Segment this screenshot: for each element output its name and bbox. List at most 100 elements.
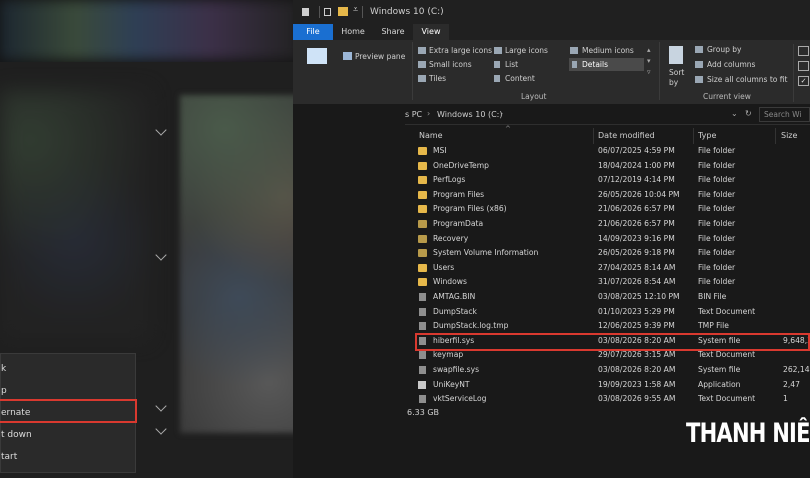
preview-pane-button[interactable]: Preview pane [355,52,405,61]
file-row[interactable]: ProgramData 21/06/2026 6:57 PM File folder [405,217,810,232]
layout-details[interactable]: Details [582,60,608,69]
address-bar: s PC › Windows 10 (C:) › ⌄ ↻ Search Wi [405,106,810,125]
file-type: File folder [698,175,736,185]
file-type: File folder [698,248,736,258]
layout-medium-icons[interactable]: Medium icons [582,46,634,55]
file-row[interactable]: System Volume Information 26/05/2026 9:18… [405,246,810,261]
checkbox-checked[interactable]: ✓ [798,76,809,86]
window-title: Windows 10 (C:) [370,7,444,17]
layout-small-icons[interactable]: Small icons [429,60,472,69]
file-row[interactable]: AMTAG.BIN 03/08/2025 12:10 PM BIN File [405,290,810,305]
sort-by-icon [669,46,683,64]
tab-view[interactable]: View [413,24,449,40]
tab-file[interactable]: File [293,24,333,40]
column-type[interactable]: Type [698,131,716,140]
file-type: File folder [698,262,736,272]
layout-large-icons[interactable]: Large icons [505,46,548,55]
search-placeholder: Search Wi [764,110,802,119]
new-folder-icon[interactable] [338,7,348,16]
file-row[interactable]: OneDriveTemp 18/04/2024 1:00 PM File folde… [405,159,810,174]
column-name[interactable]: Name [419,131,443,140]
file-date: 03/08/2026 8:20 AM [598,365,676,374]
folder-icon [418,161,427,170]
properties-icon[interactable] [324,8,331,16]
layout-list[interactable]: List [505,60,518,69]
column-divider [593,128,594,144]
desktop-background [0,0,300,60]
layout-tiles[interactable]: Tiles [429,74,446,83]
file-name: DumpStack [433,306,477,316]
file-name: Users [433,262,455,272]
column-size[interactable]: Size [781,131,797,140]
breadcrumb-separator-icon: › [500,109,504,118]
file-name: vktServiceLog [433,394,487,404]
file-name: Program Files [433,189,485,199]
view-ribbon: Preview pane Extra large icons Large ico… [293,40,810,104]
file-name: PerfLogs [433,175,466,185]
size-all-columns-button[interactable]: Size all columns to fit [707,75,787,84]
file-type: File folder [698,160,736,170]
file-type: Text Document [698,306,756,316]
layout-scroll-arrows[interactable]: ▴ ▾ ▿ [647,45,651,78]
file-date: 29/07/2026 3:15 AM [598,350,676,360]
file-icon [419,293,426,301]
file-row[interactable]: Program Files (x86) 21/06/2026 6:57 PM Fil… [405,202,810,217]
add-columns-button[interactable]: Add columns [707,60,755,69]
file-date: 21/06/2026 6:57 PM [598,219,675,228]
file-date: 01/10/2023 5:29 PM [598,306,675,316]
history-dropdown-icon[interactable]: ⌄ [731,109,738,118]
file-row[interactable]: Users 27/04/2025 8:14 AM File folder [405,261,810,276]
navigation-pane-icon[interactable] [307,48,327,64]
file-type: Application [698,379,741,389]
power-menu-item-restart[interactable]: tart [1,446,17,468]
preview-pane-icon [343,52,352,60]
file-name: UniKeyNT [433,379,470,389]
file-row[interactable]: UniKeyNT 19/09/2023 1:58 AM Application 2,4… [405,378,810,393]
refresh-icon[interactable]: ↻ [745,109,752,118]
search-box[interactable]: Search Wi [759,107,810,122]
file-icon [419,366,426,374]
tab-home[interactable]: Home [333,24,373,40]
file-row[interactable]: swapfile.sys 03/08/2026 8:20 AM System fil… [405,363,810,378]
file-row[interactable]: Windows 31/07/2026 8:54 AM File folder [405,275,810,290]
group-by-button[interactable]: Group by [707,45,741,54]
folder-icon [418,278,427,287]
file-row[interactable]: Program Files 26/05/2026 10:04 PM File fol… [405,188,810,203]
checkbox[interactable] [798,61,809,71]
file-size: 1 [783,394,788,404]
file-date: 03/08/2025 12:10 PM [598,292,680,301]
file-type: Text Document [698,394,756,404]
group-by-icon [695,46,703,53]
folder-icon [418,190,427,199]
file-row[interactable]: DumpStack 01/10/2023 5:29 PM Text Document [405,305,810,320]
file-row[interactable]: Recovery 14/09/2023 9:16 PM File folder [405,232,810,247]
breadcrumb-this-pc[interactable]: s PC [405,110,422,119]
file-name: MSI [433,146,447,155]
file-date: 19/09/2023 1:58 AM [598,379,676,389]
checkbox[interactable] [798,46,809,56]
quick-access-dropdown-icon[interactable]: ⩡ [353,5,358,15]
file-name: DumpStack.log.tmp [433,321,509,331]
file-type: Text Document [698,350,756,360]
power-menu-item-shutdown[interactable]: t down [1,424,32,446]
details-icon [572,61,577,68]
file-row[interactable]: DumpStack.log.tmp 12/06/2025 9:39 PM TMP F… [405,319,810,334]
file-date: 03/08/2026 9:55 AM [598,394,676,404]
file-icon [419,351,426,360]
file-type: File folder [698,204,736,214]
column-date-modified[interactable]: Date modified [598,131,655,140]
layout-content[interactable]: Content [505,74,535,83]
breadcrumb-drive[interactable]: Windows 10 (C:) [437,110,503,119]
sort-by-button[interactable]: Sort by [669,68,689,88]
add-columns-icon [695,61,703,68]
file-row[interactable]: MSI 06/07/2025 4:59 PM File folder [405,144,810,159]
power-menu-item-sleep[interactable]: k [1,358,6,380]
sort-chevron-icon: ^ [505,125,511,133]
layout-extra-large-icons[interactable]: Extra large icons [429,46,492,55]
file-row[interactable]: PerfLogs 07/12/2019 4:14 PM File folder [405,173,810,188]
file-name: System Volume Information [433,248,539,258]
folder-icon [418,220,427,228]
folder-icon [418,205,427,214]
file-date: 21/06/2026 6:57 PM [598,204,675,214]
tab-share[interactable]: Share [373,24,413,40]
